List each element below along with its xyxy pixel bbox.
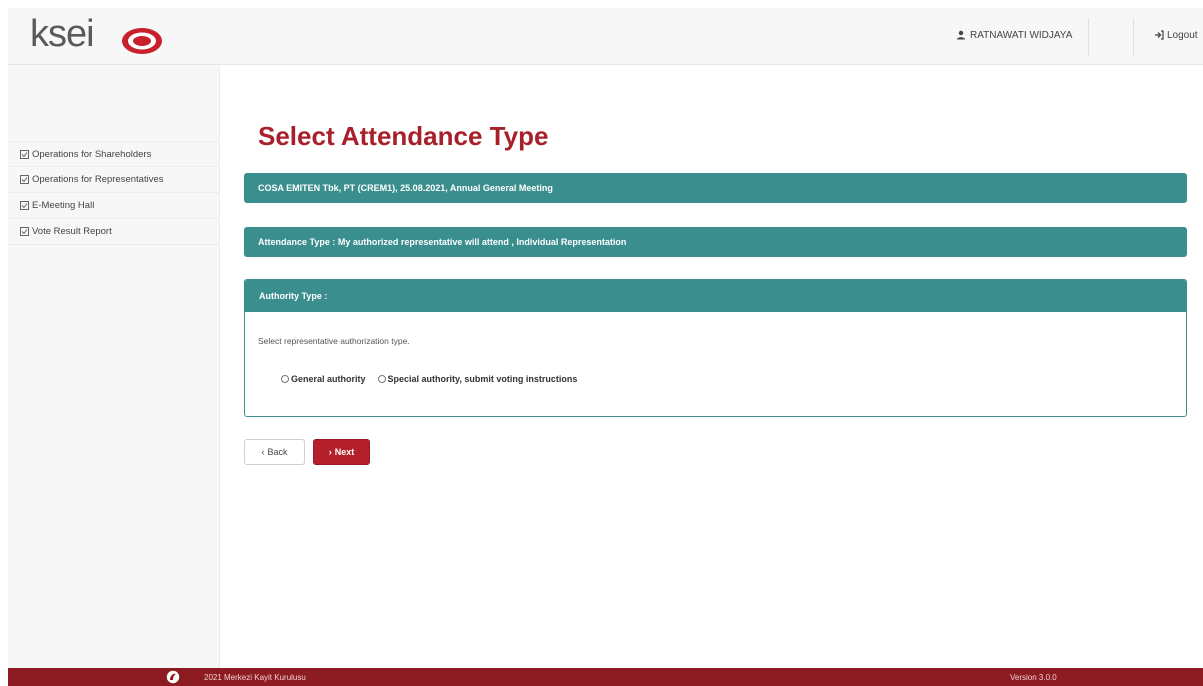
user-icon: [957, 30, 965, 40]
general-authority-option[interactable]: General authority: [281, 374, 366, 384]
form-actions: ‹ Back › Next: [244, 439, 370, 465]
footer-version: Version 3.0.0: [1010, 673, 1057, 682]
user-menu[interactable]: RATNAWATI WIDJAYA: [956, 25, 1072, 45]
chevron-right-icon: ›: [328, 447, 332, 457]
attendance-type-bar: Attendance Type : My authorized represen…: [244, 227, 1187, 257]
footer-copyright: 2021 Merkezi Kayit Kurulusu: [204, 673, 306, 682]
checkbox-icon: [20, 175, 29, 184]
sidebar: Operations for Shareholders Operations f…: [8, 65, 220, 668]
sidebar-item-operations-shareholders[interactable]: Operations for Shareholders: [8, 141, 220, 167]
authority-options: General authority Special authority, sub…: [281, 374, 589, 384]
special-authority-label: Special authority, submit voting instruc…: [387, 374, 578, 384]
back-button[interactable]: ‹ Back: [244, 439, 305, 465]
sidebar-menu: Operations for Shareholders Operations f…: [8, 141, 220, 245]
sidebar-item-label: Operations for Shareholders: [32, 148, 152, 160]
page-title: Select Attendance Type: [258, 121, 549, 151]
back-label: Back: [267, 447, 288, 457]
special-authority-radio[interactable]: [377, 375, 386, 383]
authority-type-heading: Authority Type :: [245, 280, 1186, 312]
authority-type-heading-text: Authority Type :: [259, 291, 328, 301]
general-authority-radio[interactable]: [281, 375, 289, 383]
footer: 2021 Merkezi Kayit Kurulusu Version 3.0.…: [8, 668, 1203, 686]
top-header: ksei RATNAWATI WIDJAYA Logout: [8, 8, 1203, 65]
next-button[interactable]: › Next: [313, 439, 370, 465]
general-authority-label: General authority: [291, 374, 366, 384]
logo-mark-icon: [122, 28, 162, 54]
logout-label: Logout: [1167, 29, 1198, 41]
sidebar-item-operations-representatives[interactable]: Operations for Representatives: [8, 167, 220, 193]
logout-icon: [1155, 30, 1164, 40]
sidebar-item-label: E-Meeting Hall: [32, 200, 95, 211]
authorization-prompt: Select representative authorization type…: [258, 336, 410, 346]
checkbox-icon: [20, 201, 29, 210]
meeting-info-bar: COSA EMITEN Tbk, PT (CREM1), 25.08.2021,…: [244, 173, 1187, 203]
sidebar-item-label: Vote Result Report: [32, 226, 112, 237]
sidebar-item-label: Operations for Representatives: [32, 174, 164, 185]
meeting-info-text: COSA EMITEN Tbk, PT (CREM1), 25.08.2021,…: [258, 183, 553, 193]
logout-button[interactable]: Logout: [1154, 25, 1198, 45]
checkbox-icon: [20, 227, 29, 236]
footer-logo-icon: [166, 670, 180, 684]
user-name: RATNAWATI WIDJAYA: [970, 29, 1073, 41]
header-divider: [1133, 18, 1134, 56]
next-label: Next: [334, 447, 355, 457]
checkbox-icon: [20, 149, 29, 159]
special-authority-option[interactable]: Special authority, submit voting instruc…: [377, 374, 578, 384]
sidebar-item-e-meeting-hall[interactable]: E-Meeting Hall: [8, 193, 220, 219]
sidebar-item-vote-result-report[interactable]: Vote Result Report: [8, 219, 220, 245]
header-divider: [1088, 18, 1089, 56]
chevron-left-icon: ‹: [261, 447, 265, 457]
attendance-type-text: Attendance Type : My authorized represen…: [258, 237, 627, 247]
logo-wordmark: ksei: [30, 13, 95, 55]
authority-type-panel: Authority Type : Select representative a…: [244, 279, 1187, 417]
